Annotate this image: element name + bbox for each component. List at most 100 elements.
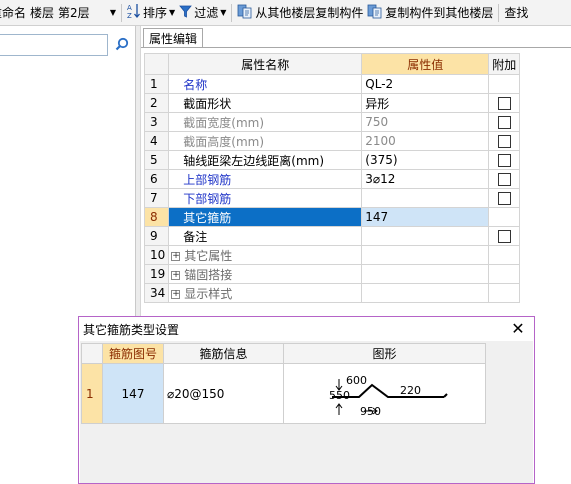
close-button[interactable]: ✕ (510, 318, 526, 338)
extra-checkbox[interactable] (497, 192, 511, 205)
property-name-cell[interactable]: 下部钢筋 (168, 188, 363, 208)
expand-plus-icon[interactable]: + (171, 251, 181, 261)
property-value-cell[interactable]: 147 (361, 207, 490, 227)
stirrup-table-header: 箍筋图号 箍筋信息 图形 (81, 343, 486, 364)
filter-button[interactable]: 过滤 ▼ (177, 2, 228, 24)
extra-cell (488, 245, 521, 265)
header-extra: 附加 (488, 53, 521, 75)
property-group-name[interactable]: + 锚固搭接 (168, 264, 363, 284)
shape-dimension-label: 220 (400, 384, 421, 397)
property-name-cell[interactable]: 上部钢筋 (168, 169, 363, 189)
header-stirrup-info: 箍筋信息 (163, 343, 284, 364)
chevron-down-icon: ▼ (220, 8, 227, 17)
extra-cell (488, 93, 521, 113)
extra-checkbox[interactable] (497, 230, 511, 243)
extra-cell (488, 188, 521, 208)
property-value-cell[interactable] (361, 188, 490, 208)
property-value-cell[interactable]: QL-2 (361, 74, 490, 94)
property-group-label: 锚固搭接 (184, 267, 233, 282)
row-number: 6 (143, 169, 170, 189)
sort-label: 排序 (143, 6, 168, 20)
dialog-title: 其它箍筋类型设置 (83, 322, 180, 337)
stirrup-info-cell[interactable]: ⌀20@150 (163, 363, 284, 424)
property-name-cell[interactable]: 截面形状 (168, 93, 363, 113)
close-icon: ✕ (511, 318, 525, 338)
expand-plus-icon[interactable]: + (171, 270, 181, 280)
property-name-cell[interactable]: 名称 (168, 74, 363, 94)
copy-to-floor-button[interactable]: 复制构件到其他楼层 (365, 2, 495, 24)
expand-plus-icon[interactable]: + (171, 289, 181, 299)
extra-checkbox[interactable] (497, 116, 511, 129)
table-row[interactable]: 7 下部钢筋 (143, 188, 521, 208)
tab-property-edit[interactable]: 属性编辑 (143, 28, 203, 48)
floor-select[interactable]: 第2层 ▼ (56, 3, 118, 23)
extra-checkbox[interactable] (497, 154, 511, 167)
table-row[interactable]: 1 147 ⌀20@150 600 550 220 950 (81, 363, 486, 424)
property-group-name[interactable]: + 显示样式 (168, 283, 363, 303)
copy-floor-icon (237, 3, 253, 22)
svg-text:Z: Z (127, 12, 132, 19)
search-input[interactable] (0, 34, 108, 56)
property-value-cell[interactable] (361, 283, 490, 303)
table-row[interactable]: 2 截面形状 异形 (143, 93, 521, 113)
row-number: 9 (143, 226, 170, 246)
extra-checkbox[interactable] (497, 97, 511, 110)
property-name-cell[interactable]: 截面高度(mm) (168, 131, 363, 151)
extra-checkbox[interactable] (497, 135, 511, 148)
toolbar-separator (121, 3, 123, 22)
floor-select-value: 第2层 (58, 6, 90, 20)
property-value-cell[interactable]: (375) (361, 150, 490, 170)
tab-underline (141, 47, 571, 48)
table-row[interactable]: 5 轴线距梁左边线距离(mm) (375) (143, 150, 521, 170)
table-row[interactable]: 4 截面高度(mm) 2100 (143, 131, 521, 151)
extra-cell (488, 283, 521, 303)
property-name-cell[interactable]: 截面宽度(mm) (168, 112, 363, 132)
find-label: 查找 (504, 6, 529, 20)
property-name-cell[interactable]: 备注 (168, 226, 363, 246)
sort-button[interactable]: A Z 排序 ▼ (125, 2, 177, 24)
stirrup-shape-cell[interactable]: 600 550 220 950 (283, 363, 486, 424)
property-value-cell[interactable]: 750 (361, 112, 490, 132)
search-icon (115, 37, 129, 54)
header-property-value: 属性值 (361, 53, 490, 75)
floor-label-text: 楼层 (30, 6, 55, 20)
table-row[interactable]: 10 + 其它属性 (143, 245, 521, 265)
property-group-name[interactable]: + 其它属性 (168, 245, 363, 265)
dialog-titlebar[interactable]: 其它箍筋类型设置 (79, 317, 534, 341)
property-value-cell[interactable] (361, 264, 490, 284)
row-number: 5 (143, 150, 170, 170)
property-value-cell[interactable] (361, 245, 490, 265)
row-number: 7 (143, 188, 170, 208)
header-shape: 图形 (283, 343, 486, 364)
table-row[interactable]: 3 截面宽度(mm) 750 (143, 112, 521, 132)
property-value-cell[interactable]: 异形 (361, 93, 490, 113)
table-row[interactable]: 6 上部钢筋 3⌀12 (143, 169, 521, 189)
table-row[interactable]: 9 备注 (143, 226, 521, 246)
header-index (81, 343, 103, 364)
property-value-cell[interactable]: 2100 (361, 131, 490, 151)
dialog-body: 箍筋图号 箍筋信息 图形 1 147 ⌀20@150 600 550 220 9… (80, 341, 533, 483)
find-button[interactable]: 查找 (502, 2, 530, 24)
row-number: 1 (143, 74, 170, 94)
copy-from-floor-button[interactable]: 从其他楼层复制构件 (235, 2, 365, 24)
floor-label: 楼层 (28, 2, 56, 24)
stirrup-code-cell[interactable]: 147 (102, 363, 164, 424)
shape-dimension-label: 600 (346, 374, 367, 387)
extra-checkbox[interactable] (497, 173, 511, 186)
table-row[interactable]: 1 名称 QL-2 (143, 74, 521, 94)
extra-cell (488, 74, 521, 94)
rename-label: 重命名 (0, 6, 27, 20)
table-row[interactable]: 8 其它箍筋 147 (143, 207, 521, 227)
property-value-cell[interactable] (361, 226, 490, 246)
row-number: 34 (143, 283, 170, 303)
stirrup-shape-drawing: 600 550 220 950 (329, 374, 448, 418)
row-number: 1 (81, 363, 103, 424)
search-button[interactable] (111, 34, 133, 56)
table-row[interactable]: 34 + 显示样式 (143, 283, 521, 303)
table-row[interactable]: 19 + 锚固搭接 (143, 264, 521, 284)
extra-cell (488, 112, 521, 132)
rename-button[interactable]: 重命名 (0, 2, 28, 24)
property-value-cell[interactable]: 3⌀12 (361, 169, 490, 189)
property-name-cell[interactable]: 其它箍筋 (168, 207, 363, 227)
property-name-cell[interactable]: 轴线距梁左边线距离(mm) (168, 150, 363, 170)
